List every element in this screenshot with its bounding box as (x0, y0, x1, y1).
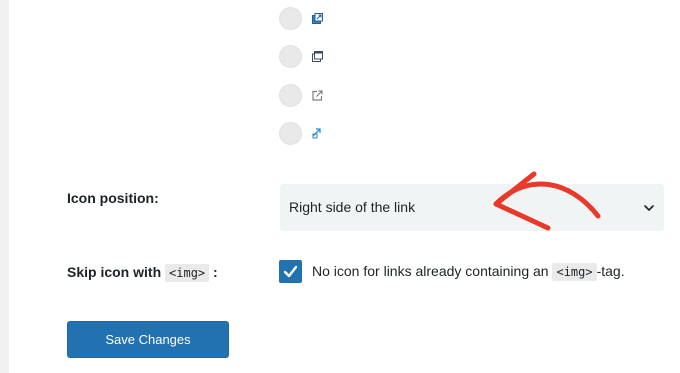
checkmark-icon (283, 265, 298, 278)
save-changes-button[interactable]: Save Changes (67, 321, 229, 358)
skip-icon-label-text: Skip icon with (67, 264, 162, 280)
icon-option-4[interactable] (279, 122, 339, 146)
icon-option-3[interactable] (279, 84, 339, 108)
img-code-tag: <img> (165, 264, 210, 282)
chevron-down-icon (644, 205, 654, 211)
skip-icon-checkbox[interactable] (279, 260, 302, 283)
radio-button[interactable] (279, 7, 302, 30)
radio-button[interactable] (279, 84, 302, 107)
skip-icon-text-suffix: -tag. (596, 263, 625, 279)
select-value: Right side of the link (289, 199, 416, 215)
icon-option-2[interactable] (279, 45, 339, 69)
annotation-arrow (493, 171, 601, 231)
img-code-tag: <img> (552, 263, 597, 281)
skip-icon-label-colon: : (213, 264, 218, 280)
skip-icon-label: Skip icon with <img> : (67, 264, 218, 282)
radio-button[interactable] (279, 45, 302, 68)
icon-option-1[interactable] (279, 7, 339, 31)
icon-position-label: Icon position: (67, 190, 159, 206)
skip-icon-text-prefix: No icon for links already containing an (312, 263, 549, 279)
skip-icon-description: No icon for links already containing an … (312, 263, 625, 281)
new-window-icon (312, 51, 323, 62)
small-link-arrow-icon (312, 128, 321, 139)
radio-button[interactable] (279, 122, 302, 145)
external-arrow-out-icon (312, 90, 323, 101)
external-link-box-arrow-icon (312, 13, 323, 24)
admin-sidebar-edge (0, 0, 9, 373)
